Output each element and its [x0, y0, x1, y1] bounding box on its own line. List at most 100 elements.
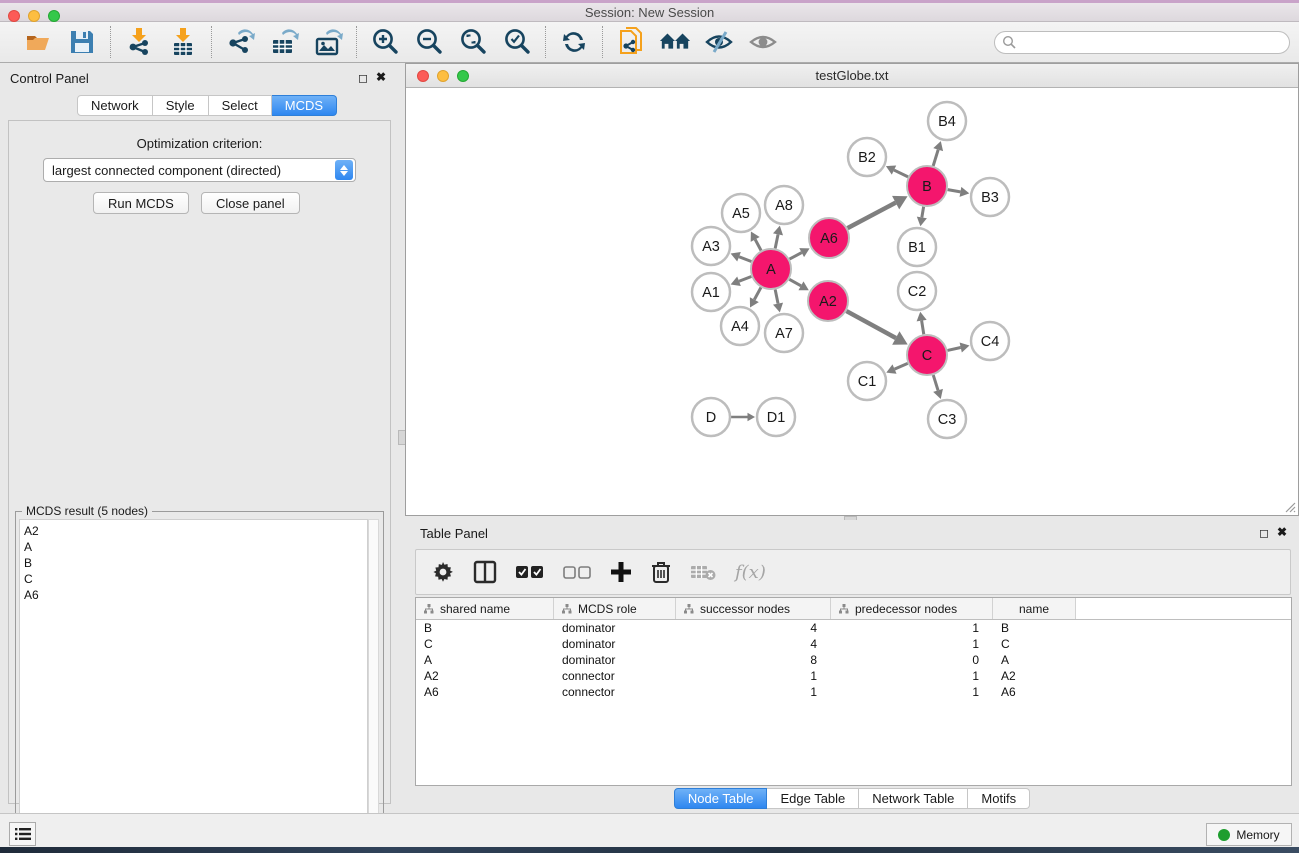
unselect-all-columns-button[interactable]	[563, 565, 591, 579]
edge-B-B1[interactable]	[917, 207, 927, 227]
export-image-button[interactable]	[312, 26, 344, 58]
column-header-MCDS-role[interactable]: MCDS role	[554, 598, 676, 619]
tab-edge-table[interactable]: Edge Table	[767, 788, 859, 809]
edge-A2-C[interactable]	[846, 311, 907, 345]
column-header-predecessor-nodes[interactable]: predecessor nodes	[831, 598, 993, 619]
edge-C-C4[interactable]	[947, 343, 969, 353]
edge-D-D1[interactable]	[731, 413, 755, 422]
cell-shared-name[interactable]: A	[416, 652, 554, 668]
cell-MCDS-role[interactable]: connector	[554, 668, 676, 684]
run-mcds-button[interactable]: Run MCDS	[93, 192, 189, 214]
node-B4[interactable]: B4	[928, 102, 966, 140]
cell-successor-nodes[interactable]: 8	[676, 652, 831, 668]
minimize-network-button[interactable]	[437, 70, 449, 82]
node-B[interactable]: B	[907, 166, 947, 206]
new-network-from-selection-button[interactable]	[615, 26, 647, 58]
export-network-button[interactable]	[224, 26, 256, 58]
tab-motifs[interactable]: Motifs	[968, 788, 1030, 809]
column-header-successor-nodes[interactable]: successor nodes	[676, 598, 831, 619]
table-row[interactable]: Bdominator41B	[416, 620, 1291, 636]
close-network-button[interactable]	[417, 70, 429, 82]
show-all-button[interactable]	[747, 26, 779, 58]
cell-name[interactable]: A2	[993, 668, 1076, 684]
zoom-out-button[interactable]	[413, 26, 445, 58]
minimize-window-button[interactable]	[28, 10, 40, 22]
node-C[interactable]: C	[907, 335, 947, 375]
delete-table-button[interactable]	[690, 563, 716, 581]
mcds-result-list[interactable]: A2ABCA6	[19, 519, 368, 852]
tab-style[interactable]: Style	[153, 95, 209, 116]
node-A[interactable]: A	[751, 249, 791, 289]
memory-button[interactable]: Memory	[1206, 823, 1292, 846]
edge-A-A7[interactable]	[773, 290, 783, 313]
cell-MCDS-role[interactable]: connector	[554, 684, 676, 700]
edge-C-C2[interactable]	[917, 312, 927, 335]
node-A5[interactable]: A5	[722, 194, 760, 232]
mcds-result-item[interactable]: A6	[24, 587, 367, 603]
cell-successor-nodes[interactable]: 4	[676, 620, 831, 636]
edge-A-A5[interactable]	[751, 232, 761, 251]
open-session-button[interactable]	[22, 26, 54, 58]
node-A6[interactable]: A6	[809, 218, 849, 258]
table-row[interactable]: A2connector11A2	[416, 668, 1291, 684]
node-B2[interactable]: B2	[848, 138, 886, 176]
network-canvas[interactable]: B4B2BB3A5A8A6A3B1AA1C2A2A4A7C4CC1C3DD1	[406, 88, 1298, 515]
hide-selected-button[interactable]	[703, 26, 735, 58]
float-table-panel-icon[interactable]: ◻	[1259, 526, 1269, 540]
edge-C-C3[interactable]	[933, 375, 943, 399]
function-builder-button[interactable]: f(x)	[735, 562, 766, 583]
cell-successor-nodes[interactable]: 1	[676, 668, 831, 684]
cell-successor-nodes[interactable]: 4	[676, 636, 831, 652]
select-all-columns-button[interactable]	[516, 565, 544, 579]
edge-A-A1[interactable]	[731, 276, 752, 286]
column-header-name[interactable]: name	[993, 598, 1076, 619]
edge-A-A3[interactable]	[731, 252, 752, 262]
cell-successor-nodes[interactable]: 1	[676, 684, 831, 700]
window-controls[interactable]	[8, 10, 60, 22]
mcds-result-scrollbar[interactable]	[368, 519, 379, 852]
zoom-window-button[interactable]	[48, 10, 60, 22]
node-D1[interactable]: D1	[757, 398, 795, 436]
edge-A-A6[interactable]	[790, 248, 810, 259]
node-B3[interactable]: B3	[971, 178, 1009, 216]
edge-A-A2[interactable]	[789, 279, 809, 290]
node-D[interactable]: D	[692, 398, 730, 436]
zoom-fit-button[interactable]	[457, 26, 489, 58]
export-table-button[interactable]	[268, 26, 300, 58]
mcds-result-item[interactable]: C	[24, 571, 367, 587]
table-settings-button[interactable]	[432, 561, 454, 583]
cell-predecessor-nodes[interactable]: 1	[831, 636, 993, 652]
close-window-button[interactable]	[8, 10, 20, 22]
table-row[interactable]: Adominator80A	[416, 652, 1291, 668]
node-A2[interactable]: A2	[808, 281, 848, 321]
zoom-network-button[interactable]	[457, 70, 469, 82]
node-C4[interactable]: C4	[971, 322, 1009, 360]
node-A7[interactable]: A7	[765, 314, 803, 352]
cell-predecessor-nodes[interactable]: 1	[831, 668, 993, 684]
tab-node-table[interactable]: Node Table	[674, 788, 768, 809]
resize-grip-icon[interactable]	[1284, 501, 1296, 513]
edge-A-A4[interactable]	[750, 287, 761, 307]
cell-shared-name[interactable]: B	[416, 620, 554, 636]
zoom-in-button[interactable]	[369, 26, 401, 58]
mcds-result-item[interactable]: A	[24, 539, 367, 555]
close-table-panel-icon[interactable]: ✖	[1277, 525, 1287, 539]
cell-MCDS-role[interactable]: dominator	[554, 652, 676, 668]
apply-layout-button[interactable]	[558, 26, 590, 58]
cell-predecessor-nodes[interactable]: 1	[831, 620, 993, 636]
first-neighbors-button[interactable]	[659, 26, 691, 58]
save-session-button[interactable]	[66, 26, 98, 58]
cell-MCDS-role[interactable]: dominator	[554, 636, 676, 652]
edge-B-B3[interactable]	[948, 187, 970, 197]
node-C3[interactable]: C3	[928, 400, 966, 438]
node-A4[interactable]: A4	[721, 307, 759, 345]
edge-A6-B[interactable]	[848, 196, 908, 228]
cell-shared-name[interactable]: A6	[416, 684, 554, 700]
mcds-result-item[interactable]: A2	[24, 523, 367, 539]
import-table-button[interactable]	[167, 26, 199, 58]
create-column-button[interactable]	[610, 561, 632, 583]
tab-network-table[interactable]: Network Table	[859, 788, 968, 809]
cell-shared-name[interactable]: C	[416, 636, 554, 652]
cell-name[interactable]: A	[993, 652, 1076, 668]
show-column-browser-button[interactable]	[473, 560, 497, 584]
